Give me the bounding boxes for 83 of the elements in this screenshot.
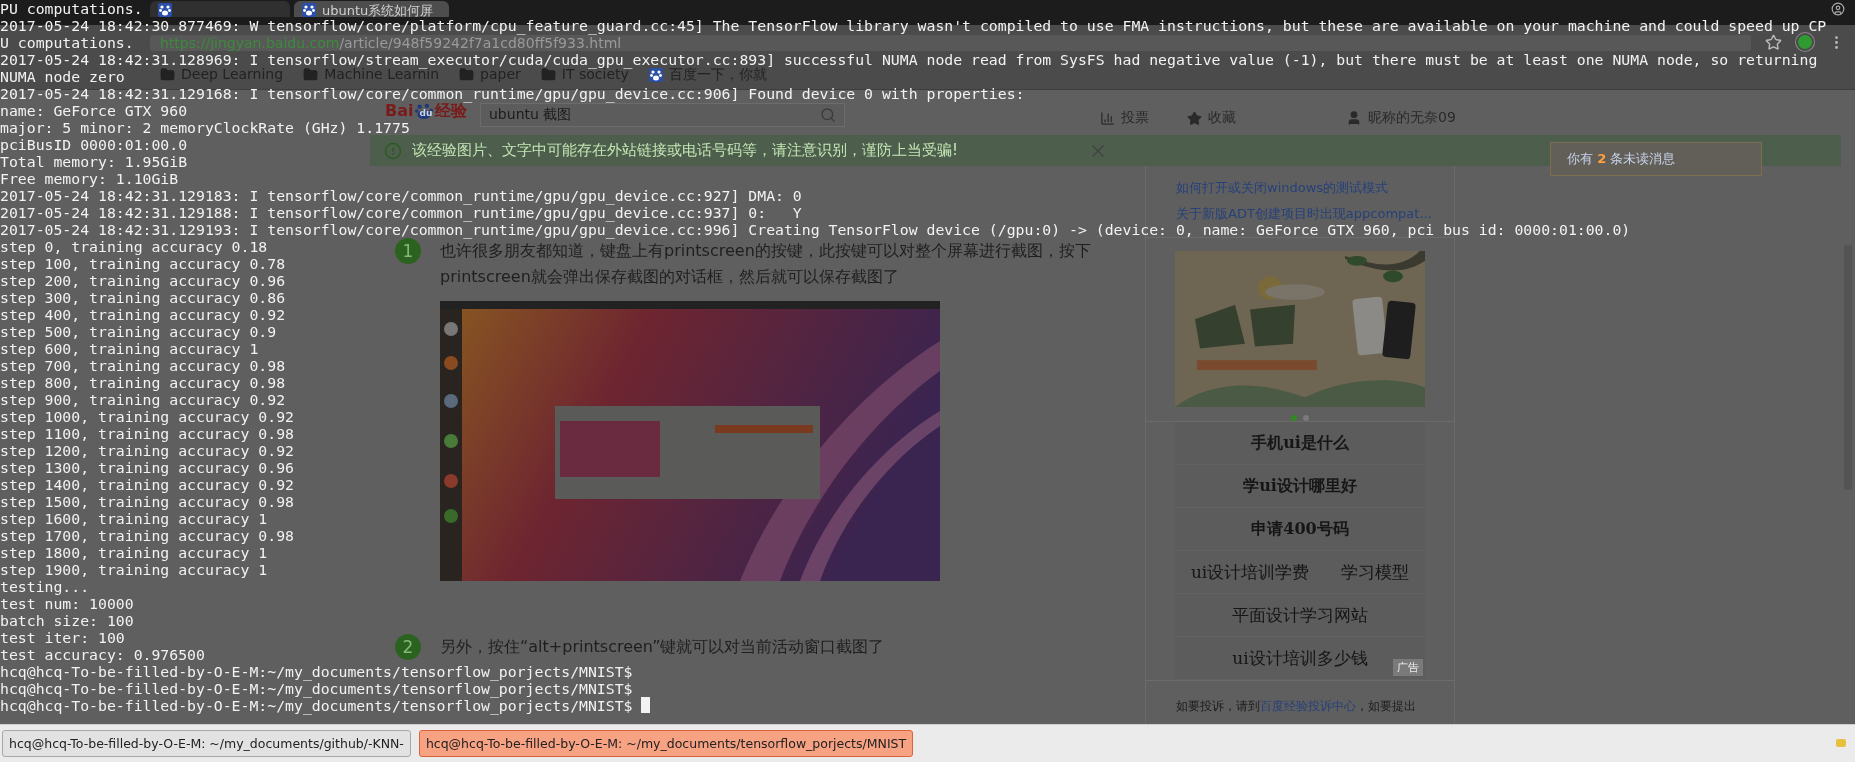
terminal-line: step 1400, training accuracy 0.92 bbox=[0, 476, 294, 493]
terminal-line: step 300, training accuracy 0.86 bbox=[0, 289, 286, 306]
terminal-line: pciBusID 0000:01:00.0 bbox=[0, 136, 188, 153]
terminal-line: step 500, training accuracy 0.9 bbox=[0, 323, 277, 340]
terminal-line: step 0, training accuracy 0.18 bbox=[0, 238, 268, 255]
terminal-line: NUMA node zero bbox=[0, 68, 125, 85]
taskbar-button[interactable]: hcq@hcq-To-be-filled-by-O-E-M: ~/my_documents/github/-KNN- bbox=[2, 730, 411, 757]
related-search-link[interactable]: ui设计培训多少钱 bbox=[1232, 637, 1368, 679]
terminal-line: step 900, training accuracy 0.92 bbox=[0, 391, 286, 408]
bar-chart-icon bbox=[1100, 110, 1115, 126]
terminal-line: testing... bbox=[0, 578, 90, 595]
folder-icon bbox=[459, 67, 475, 82]
browser-tab[interactable]: ubuntu系统如何屏 bbox=[294, 1, 449, 17]
terminal-line: test accuracy: 0.976500 bbox=[0, 646, 205, 663]
terminal-line: step 400, training accuracy 0.92 bbox=[0, 306, 286, 323]
related-search-link[interactable]: ui设计培训学费 bbox=[1190, 551, 1310, 593]
terminal-line: major: 5 minor: 2 memoryClockRate (GHz) 1.1775 bbox=[0, 119, 410, 136]
terminal-line: hcq@hcq-To-be-filled-by-O-E-M:~/my_documents/tensorflow_porjects/MNIST$ bbox=[0, 663, 633, 680]
paw-icon bbox=[648, 67, 663, 82]
terminal-line: step 1200, training accuracy 0.92 bbox=[0, 442, 294, 459]
terminal-line: step 1600, training accuracy 1 bbox=[0, 510, 268, 527]
terminal-line: U computations. bbox=[0, 34, 134, 51]
extension-icon[interactable] bbox=[1796, 33, 1814, 51]
star-icon[interactable] bbox=[1765, 34, 1782, 51]
alert-icon bbox=[384, 141, 402, 160]
step-text: 另外，按住“alt+printscreen”键就可以对当前活动窗口截图了 bbox=[440, 636, 886, 658]
search-field[interactable]: ubuntu 截图 bbox=[480, 103, 845, 127]
related-search-link[interactable]: 申请400号码 bbox=[1251, 508, 1349, 550]
terminal-line: step 800, training accuracy 0.98 bbox=[0, 374, 286, 391]
terminal-line: name: GeForce GTX 960 bbox=[0, 102, 188, 119]
terminal-line: step 100, training accuracy 0.78 bbox=[0, 255, 286, 272]
terminal-line: step 1000, training accuracy 0.92 bbox=[0, 408, 294, 425]
message-text[interactable]: 你有 2 条未读消息 bbox=[1567, 150, 1676, 168]
step-number: 2 bbox=[395, 634, 421, 660]
search-icon[interactable] bbox=[820, 107, 836, 123]
ad-label: 广告 bbox=[1393, 659, 1423, 676]
related-search-link[interactable]: 手机ui是什么 bbox=[1251, 422, 1349, 464]
terminal-line: hcq@hcq-To-be-filled-by-O-E-M:~/my_documents/tensorflow_porjects/MNIST$ bbox=[0, 680, 633, 697]
user-icon[interactable] bbox=[1831, 2, 1845, 16]
terminal-line: test iter: 100 bbox=[0, 629, 125, 646]
related-search-link[interactable]: 学ui设计哪里好 bbox=[1243, 465, 1357, 507]
logo-text: Bai bbox=[385, 103, 414, 119]
terminal-line: step 1100, training accuracy 0.98 bbox=[0, 425, 294, 442]
terminal-line: 2017-05-24 18:42:31.129188: I tensorflow/core/common_runtime/gpu/gpu_device.cc:937] 0: Y bbox=[0, 204, 802, 221]
terminal-line: step 1900, training accuracy 1 bbox=[0, 561, 268, 578]
terminal-line: 2017-05-24 18:42:31.129193: I tensorflow/core/common_runtime/gpu/gpu_device.cc:996] Creating TensorFlow device (/gpu:0) -> (device: 0, name: GeForce GTX 960, pci bus id: 0000:01:00.0) bbox=[0, 221, 1631, 238]
terminal-line: step 1500, training accuracy 0.98 bbox=[0, 493, 294, 510]
related-search-link[interactable]: 平面设计学习网站 bbox=[1232, 594, 1368, 636]
paw-icon bbox=[302, 3, 316, 17]
terminal-line: step 1800, training accuracy 1 bbox=[0, 544, 268, 561]
terminal-line: Free memory: 1.10GiB bbox=[0, 170, 179, 187]
terminal-line: 2017-05-24 18:42:31.129183: I tensorflow/core/common_runtime/gpu/gpu_device.cc:927] DMA: 0 bbox=[0, 187, 802, 204]
carousel-dot[interactable] bbox=[1291, 415, 1297, 421]
paw-icon bbox=[158, 3, 172, 17]
terminal-line: step 700, training accuracy 0.98 bbox=[0, 357, 286, 374]
user-icon bbox=[1346, 110, 1362, 126]
terminal-line: 2017-05-24 18:42:31.129168: I tensorflow/core/common_runtime/gpu/gpu_device.cc:906] Found device 0 with properties: bbox=[0, 85, 1025, 102]
logo-text: 经验 bbox=[435, 103, 468, 119]
terminal-line: Total memory: 1.95GiB bbox=[0, 153, 188, 170]
logo-text: du bbox=[419, 108, 433, 118]
terminal-line: hcq@hcq-To-be-filled-by-O-E-M:~/my_documents/tensorflow_porjects/MNIST$ bbox=[0, 697, 634, 714]
terminal-line: 2017-05-24 18:42:31.128969: I tensorflow/stream_executor/cuda/cuda_gpu_executor.cc:893] successful NUMA node read from SysFS had negative value (-1), but there must be at least one NUMA node, so returning bbox=[0, 51, 1818, 68]
terminal-line: step 1300, training accuracy 0.96 bbox=[0, 459, 294, 476]
star-icon bbox=[1187, 110, 1202, 126]
terminal-line: batch size: 100 bbox=[0, 612, 134, 629]
folder-icon bbox=[540, 67, 556, 82]
terminal-line: step 200, training accuracy 0.96 bbox=[0, 272, 286, 289]
taskbar-button[interactable]: hcq@hcq-To-be-filled-by-O-E-M: ~/my_documents/tensorflow_porjects/MNIST bbox=[418, 730, 914, 757]
step-number: 1 bbox=[395, 238, 421, 264]
folder-icon bbox=[160, 67, 175, 82]
related-search-link[interactable]: 学习模型 bbox=[1341, 551, 1410, 593]
terminal-line: step 1700, training accuracy 0.98 bbox=[0, 527, 294, 544]
carousel-dot[interactable] bbox=[1303, 415, 1309, 421]
browser-tab[interactable] bbox=[150, 1, 290, 17]
paw-icon bbox=[413, 103, 436, 119]
warning-text: 该经验图片、文字中可能存在外站链接或电话号码等，请注意识别，谨防上当受骗! bbox=[412, 141, 958, 160]
folder-icon bbox=[303, 67, 319, 82]
terminal-line: 2017-05-24 18:42:30.877469: W tensorflow/core/platform/cpu_feature_guard.cc:45] The TensorFlow library wasn't compiled to use FMA instructions, but these are available on your machine and could speed up CP bbox=[0, 17, 1827, 34]
terminal-line: PU computations. bbox=[0, 0, 143, 17]
terminal-line: step 600, training accuracy 1 bbox=[0, 340, 259, 357]
message-popup[interactable]: 你有 2 条未读消息 bbox=[1550, 142, 1762, 176]
tray-icon[interactable] bbox=[1835, 737, 1847, 749]
terminal-line: test num: 10000 bbox=[0, 595, 134, 612]
